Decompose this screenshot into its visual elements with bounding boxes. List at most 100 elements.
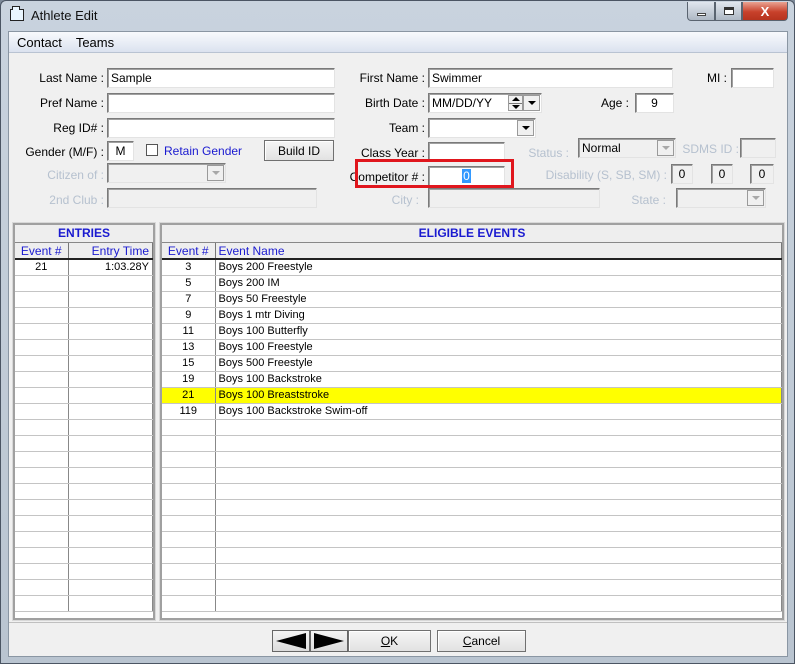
entries-event-cell[interactable] bbox=[15, 307, 69, 324]
eligible-event-row[interactable]: 11 Boys 100 Butterfly bbox=[162, 323, 782, 340]
previous-athlete-button[interactable] bbox=[272, 630, 310, 652]
entries-event-cell[interactable] bbox=[15, 579, 69, 596]
eligible-event-row[interactable] bbox=[162, 563, 782, 580]
entries-time-cell[interactable] bbox=[68, 499, 153, 516]
entries-time-cell[interactable] bbox=[68, 307, 153, 324]
entries-row[interactable] bbox=[15, 499, 153, 516]
eligible-event-row[interactable] bbox=[162, 499, 782, 516]
entries-row[interactable] bbox=[15, 371, 153, 388]
entries-event-cell[interactable] bbox=[15, 419, 69, 436]
entries-time-cell[interactable] bbox=[68, 547, 153, 564]
eligible-event-name-cell[interactable] bbox=[215, 531, 782, 548]
entries-event-cell[interactable] bbox=[15, 323, 69, 340]
entries-time-cell[interactable] bbox=[68, 595, 153, 612]
entries-row[interactable] bbox=[15, 579, 153, 596]
eligible-events-table[interactable]: Event # Event Name 3 Boys 200 Freestyle 5 B… bbox=[162, 243, 782, 612]
birth-date-spinner[interactable] bbox=[508, 95, 523, 111]
eligible-event-name-cell[interactable]: Boys 200 Freestyle bbox=[215, 259, 782, 276]
ok-button[interactable]: OK bbox=[348, 630, 431, 652]
eligible-event-number-cell[interactable] bbox=[162, 467, 216, 484]
eligible-event-name-cell[interactable]: Boys 1 mtr Diving bbox=[215, 307, 782, 324]
eligible-event-row[interactable] bbox=[162, 451, 782, 468]
entries-time-cell[interactable] bbox=[68, 403, 153, 420]
entries-table[interactable]: Event # Entry Time 21 1:03.28Y bbox=[15, 243, 153, 612]
team-dropdown-icon[interactable] bbox=[517, 120, 534, 136]
entries-row[interactable]: 21 1:03.28Y bbox=[15, 259, 153, 276]
maximize-button[interactable] bbox=[715, 2, 742, 21]
eligible-event-row[interactable]: 15 Boys 500 Freestyle bbox=[162, 355, 782, 372]
eligible-event-number-cell[interactable] bbox=[162, 595, 216, 612]
eligible-event-number-cell[interactable]: 15 bbox=[162, 355, 216, 372]
entries-time-cell[interactable] bbox=[68, 339, 153, 356]
entries-event-cell[interactable] bbox=[15, 355, 69, 372]
entries-event-cell[interactable] bbox=[15, 291, 69, 308]
eligible-event-number-cell[interactable]: 5 bbox=[162, 275, 216, 292]
entries-row[interactable] bbox=[15, 387, 153, 404]
build-id-button[interactable]: Build ID bbox=[264, 140, 334, 161]
eligible-event-name-cell[interactable] bbox=[215, 419, 782, 436]
eligible-event-number-cell[interactable]: 11 bbox=[162, 323, 216, 340]
eligible-event-row[interactable]: 119 Boys 100 Backstroke Swim-off bbox=[162, 403, 782, 420]
last-name-input[interactable]: Sample bbox=[107, 68, 335, 88]
entries-row[interactable] bbox=[15, 547, 153, 564]
entries-time-cell[interactable] bbox=[68, 419, 153, 436]
entries-event-cell[interactable] bbox=[15, 435, 69, 452]
entries-row[interactable] bbox=[15, 291, 153, 308]
entries-row[interactable] bbox=[15, 467, 153, 484]
eligible-event-name-cell[interactable] bbox=[215, 579, 782, 596]
eligible-event-row[interactable] bbox=[162, 483, 782, 500]
cancel-button[interactable]: Cancel bbox=[437, 630, 526, 652]
entries-event-cell[interactable] bbox=[15, 531, 69, 548]
eligible-event-row[interactable] bbox=[162, 531, 782, 548]
eligible-event-name-cell[interactable]: Boys 100 Breaststroke bbox=[215, 387, 782, 404]
eligible-event-number-cell[interactable]: 7 bbox=[162, 291, 216, 308]
eligible-event-name-cell[interactable]: Boys 500 Freestyle bbox=[215, 355, 782, 372]
entries-event-cell[interactable] bbox=[15, 483, 69, 500]
entries-time-cell[interactable] bbox=[68, 323, 153, 340]
entries-row[interactable] bbox=[15, 451, 153, 468]
eligible-event-name-cell[interactable] bbox=[215, 547, 782, 564]
entries-event-cell[interactable] bbox=[15, 563, 69, 580]
eligible-event-row[interactable]: 7 Boys 50 Freestyle bbox=[162, 291, 782, 308]
entries-event-cell[interactable] bbox=[15, 275, 69, 292]
eligible-col-name[interactable]: Event Name bbox=[215, 243, 782, 260]
eligible-event-number-cell[interactable] bbox=[162, 499, 216, 516]
entries-time-cell[interactable] bbox=[68, 451, 153, 468]
entries-row[interactable] bbox=[15, 595, 153, 612]
next-athlete-button[interactable] bbox=[310, 630, 348, 652]
eligible-event-row[interactable]: 13 Boys 100 Freestyle bbox=[162, 339, 782, 356]
eligible-event-number-cell[interactable] bbox=[162, 451, 216, 468]
title-bar[interactable]: Athlete Edit X bbox=[1, 1, 794, 31]
eligible-event-number-cell[interactable]: 13 bbox=[162, 339, 216, 356]
entries-time-cell[interactable] bbox=[68, 435, 153, 452]
entries-row[interactable] bbox=[15, 275, 153, 292]
eligible-event-number-cell[interactable] bbox=[162, 579, 216, 596]
entries-time-cell[interactable] bbox=[68, 371, 153, 388]
eligible-event-name-cell[interactable]: Boys 50 Freestyle bbox=[215, 291, 782, 308]
eligible-event-number-cell[interactable]: 3 bbox=[162, 259, 216, 276]
entries-time-cell[interactable] bbox=[68, 467, 153, 484]
entries-event-cell[interactable] bbox=[15, 339, 69, 356]
eligible-event-row[interactable]: 19 Boys 100 Backstroke bbox=[162, 371, 782, 388]
gender-input[interactable]: M bbox=[107, 141, 134, 161]
entries-row[interactable] bbox=[15, 515, 153, 532]
eligible-event-number-cell[interactable] bbox=[162, 419, 216, 436]
eligible-event-row[interactable] bbox=[162, 515, 782, 532]
team-select[interactable] bbox=[428, 118, 536, 138]
eligible-event-number-cell[interactable] bbox=[162, 531, 216, 548]
entries-time-cell[interactable] bbox=[68, 291, 153, 308]
entries-time-cell[interactable] bbox=[68, 563, 153, 580]
entries-time-cell[interactable] bbox=[68, 515, 153, 532]
entries-time-cell[interactable] bbox=[68, 275, 153, 292]
eligible-event-row[interactable]: 3 Boys 200 Freestyle bbox=[162, 259, 782, 276]
entries-event-cell[interactable] bbox=[15, 403, 69, 420]
entries-row[interactable] bbox=[15, 483, 153, 500]
eligible-event-name-cell[interactable]: Boys 100 Freestyle bbox=[215, 339, 782, 356]
eligible-col-event[interactable]: Event # bbox=[162, 243, 216, 260]
eligible-event-row[interactable] bbox=[162, 547, 782, 564]
entries-row[interactable] bbox=[15, 531, 153, 548]
pref-name-input[interactable] bbox=[107, 93, 335, 113]
entries-time-cell[interactable] bbox=[68, 531, 153, 548]
eligible-event-name-cell[interactable] bbox=[215, 483, 782, 500]
eligible-event-name-cell[interactable] bbox=[215, 451, 782, 468]
